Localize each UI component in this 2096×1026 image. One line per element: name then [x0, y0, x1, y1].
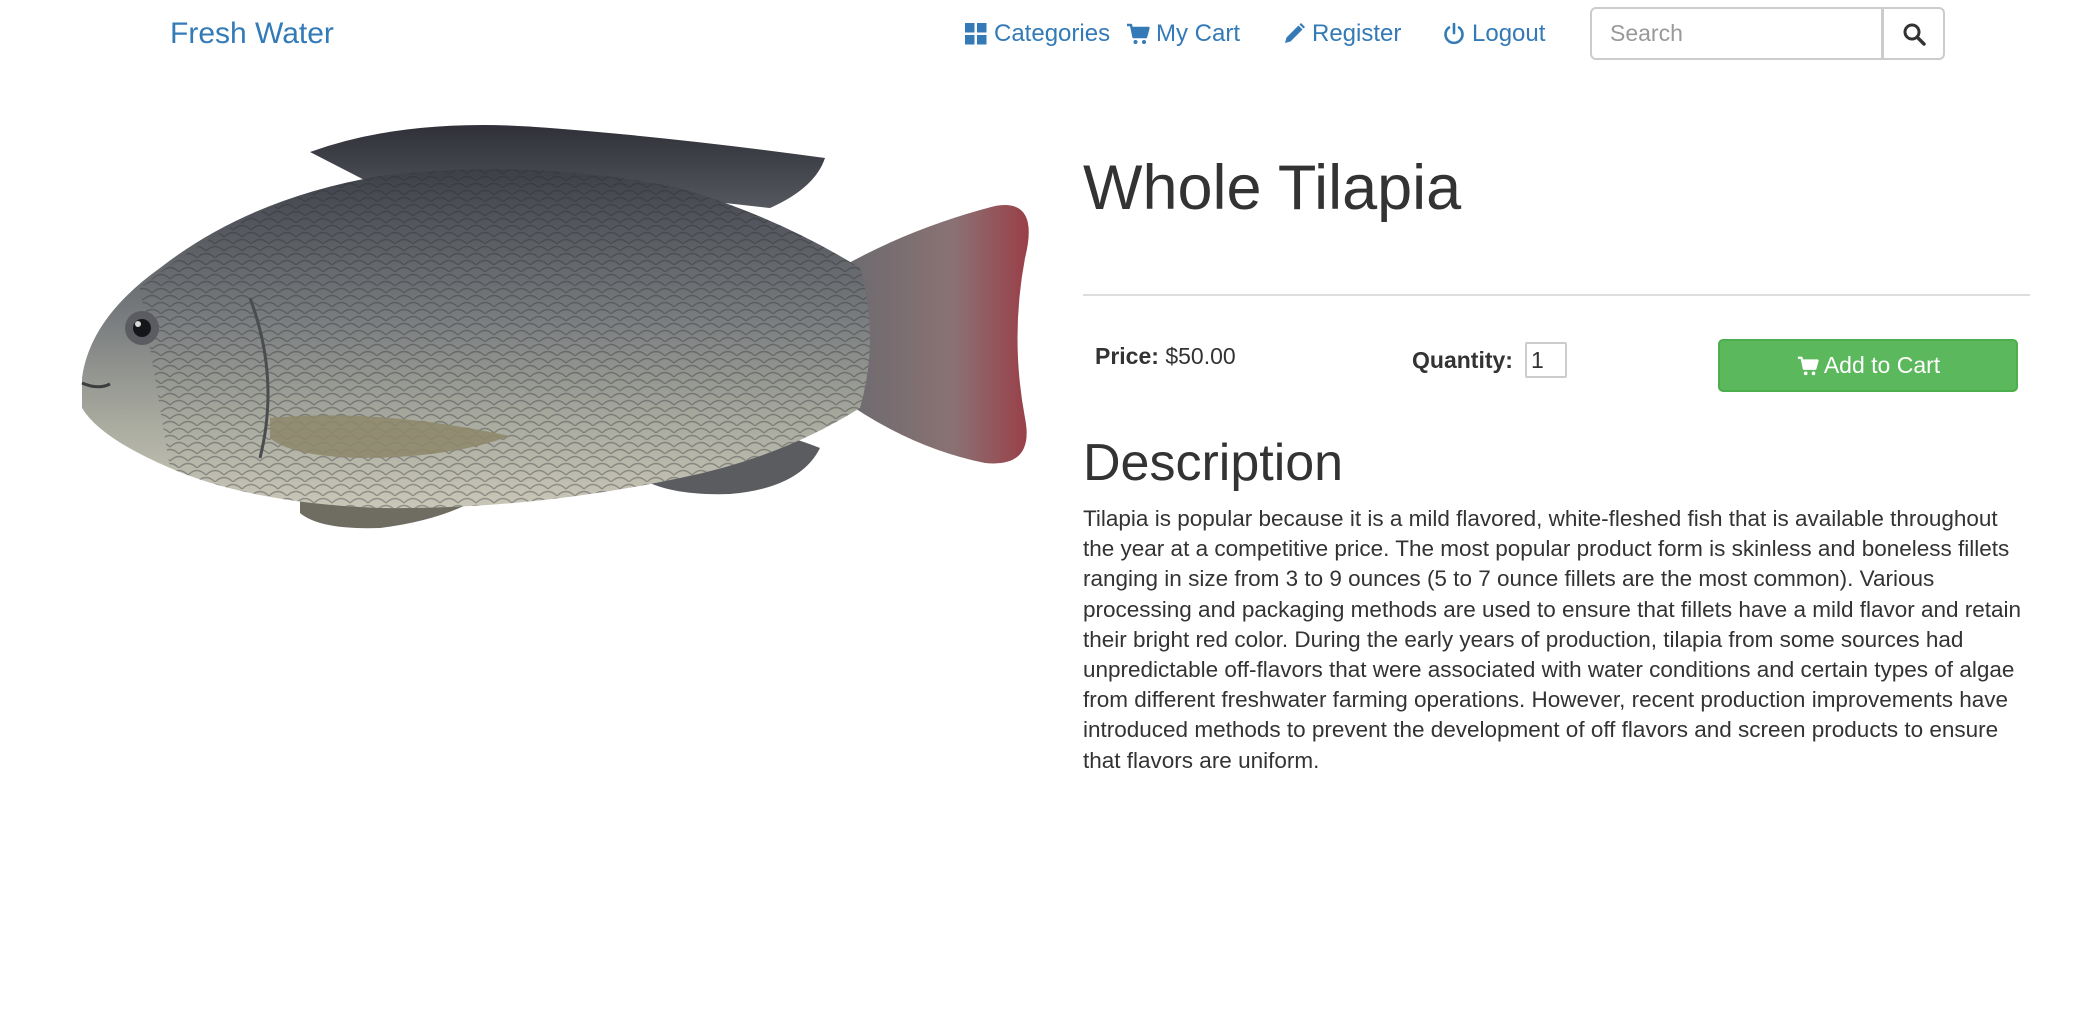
- divider: [1083, 294, 2030, 296]
- nav-my-cart[interactable]: My Cart: [1126, 16, 1240, 52]
- nav-logout-label: Logout: [1472, 20, 1546, 47]
- nav-my-cart-label: My Cart: [1156, 20, 1240, 47]
- description-heading: Description: [1083, 434, 1344, 492]
- description-text: Tilapia is popular because it is a mild …: [1083, 506, 2022, 773]
- nav-logout[interactable]: Logout: [1442, 16, 1545, 52]
- search-icon: [1902, 22, 1926, 46]
- pencil-icon: [1282, 22, 1306, 46]
- cart-icon: [1796, 354, 1820, 378]
- navbar: Fresh Water Categories My Cart Register …: [0, 0, 2096, 68]
- quantity-control: Quantity:: [1412, 342, 1567, 378]
- price-display: Price: $50.00: [1095, 342, 1236, 370]
- quantity-input[interactable]: [1524, 342, 1567, 378]
- quantity-label: Quantity:: [1412, 346, 1513, 373]
- brand-link[interactable]: Fresh Water: [170, 16, 334, 52]
- nav-categories[interactable]: Categories: [964, 16, 1110, 52]
- price-value: $50.00: [1165, 343, 1236, 369]
- add-to-cart-label: Add to Cart: [1823, 352, 1941, 378]
- product-image: [80, 118, 1040, 558]
- product-title: Whole Tilapia: [1083, 153, 1462, 223]
- add-to-cart-button[interactable]: Add to Cart: [1718, 339, 2018, 392]
- search-input[interactable]: [1590, 7, 1883, 60]
- nav-categories-label: Categories: [994, 20, 1111, 47]
- nav-register-label: Register: [1312, 20, 1402, 47]
- cart-icon: [1126, 22, 1150, 46]
- power-icon: [1442, 22, 1466, 46]
- search-button[interactable]: [1882, 7, 1945, 60]
- price-label: Price:: [1095, 343, 1159, 369]
- nav-register[interactable]: Register: [1282, 16, 1401, 52]
- grid-icon: [964, 22, 988, 46]
